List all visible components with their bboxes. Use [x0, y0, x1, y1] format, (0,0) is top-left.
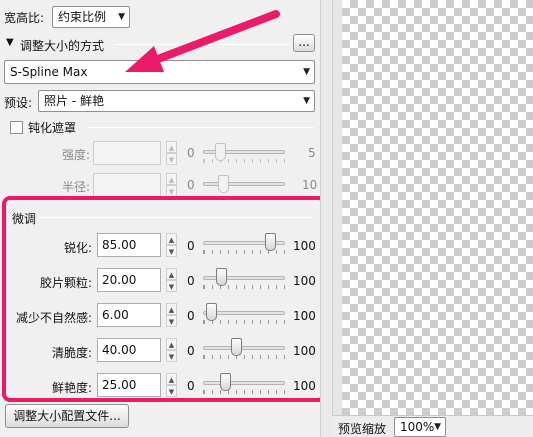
annotation-arrow: [125, 10, 280, 72]
annotation-arrow-shaft: [146, 10, 280, 66]
annotation-arrow-head: [125, 46, 164, 72]
